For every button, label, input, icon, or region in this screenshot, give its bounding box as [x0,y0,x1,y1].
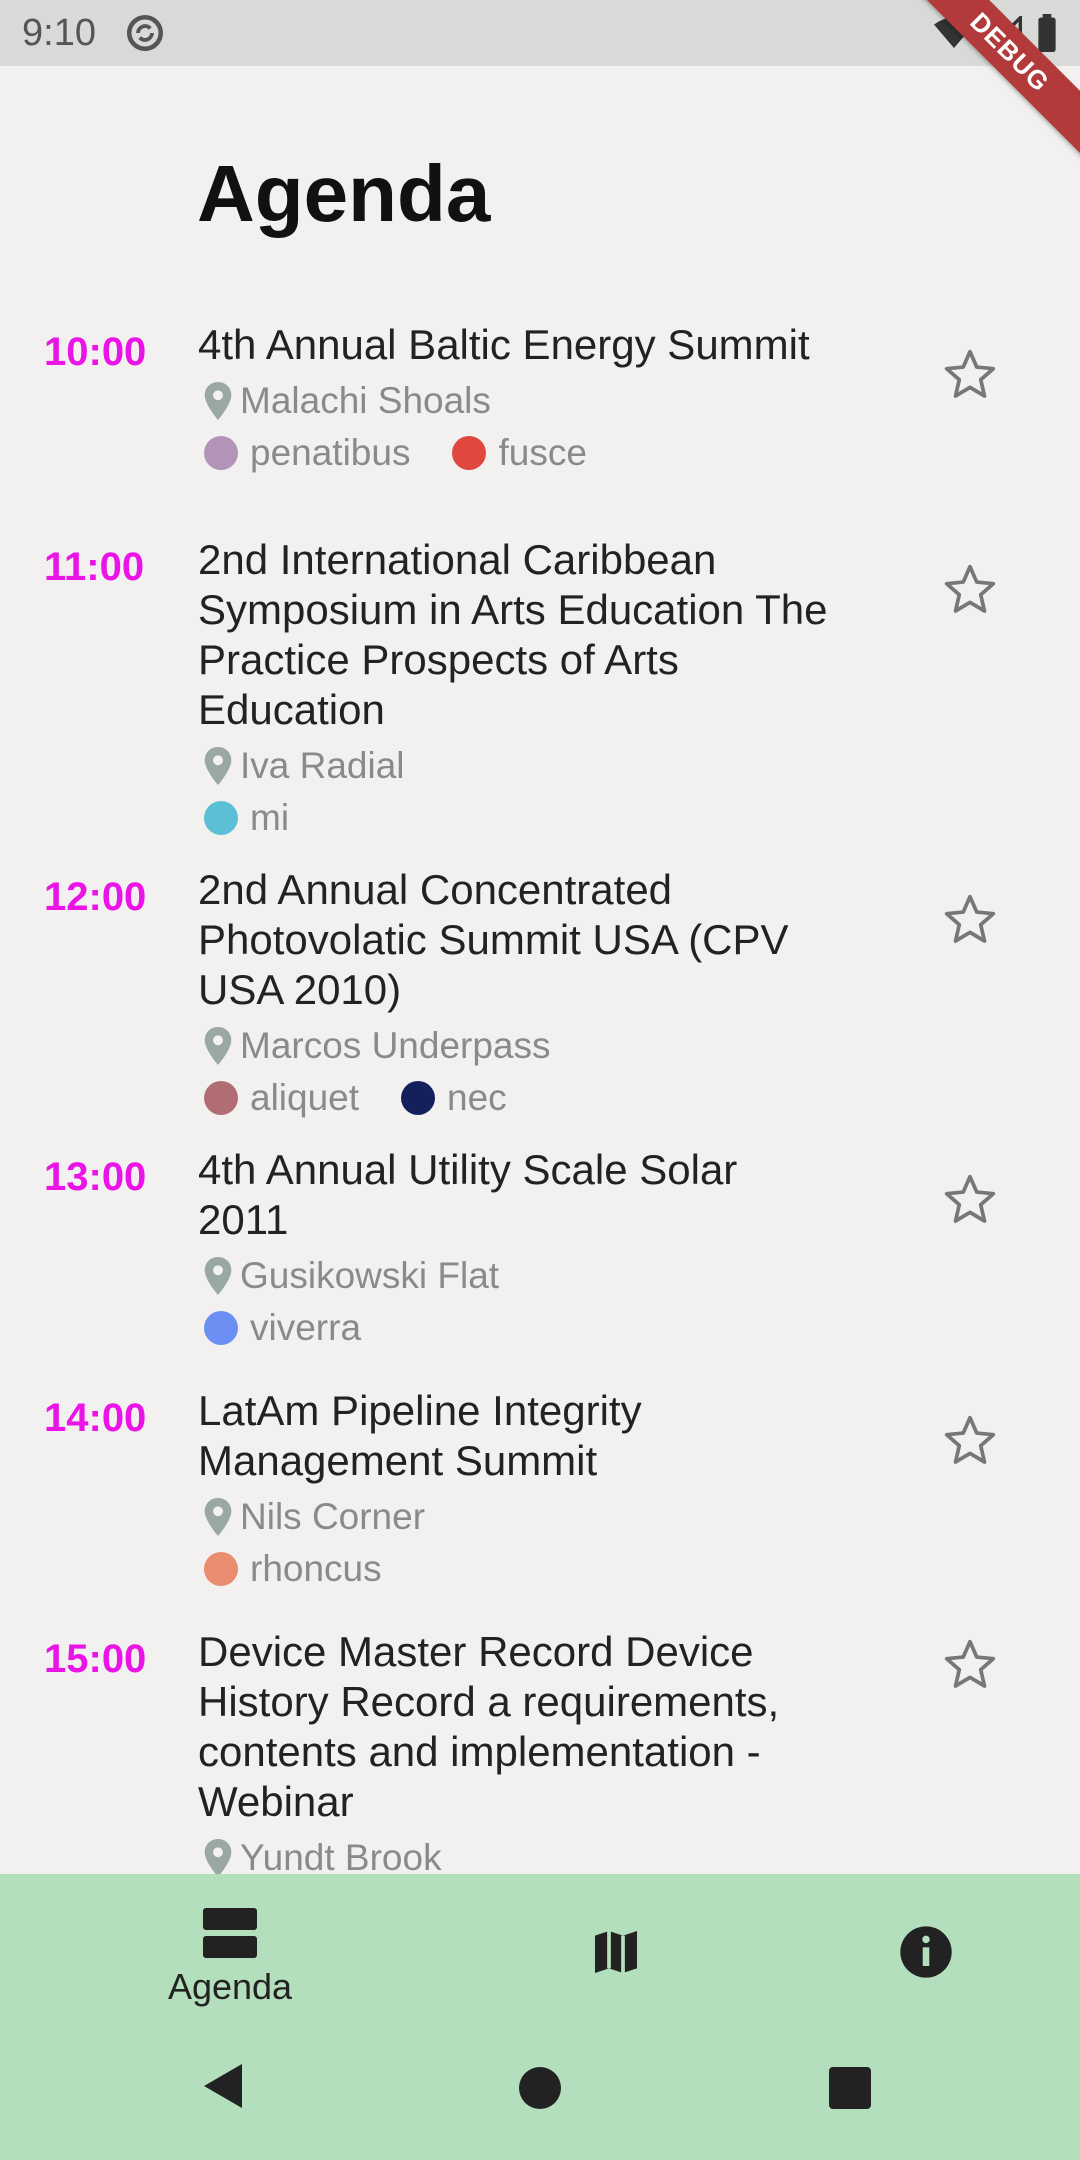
agenda-list[interactable]: Agenda 10:00 4th Annual Baltic Energy Sum… [0,0,1080,1874]
item-time: 11:00 [44,545,145,589]
favorite-star-icon[interactable] [942,347,998,403]
map-icon [595,1931,637,1973]
tag: penatibus [198,432,410,474]
location-pin-icon [204,1027,232,1065]
item-location-text: Iva Radial [240,745,405,786]
item-content: 2nd International Caribbean Symposium in… [198,535,838,845]
item-location: Marcos Underpass [198,1021,838,1071]
item-time: 14:00 [44,1396,147,1440]
item-title: 4th Annual Baltic Energy Summit [198,321,810,368]
favorite-star-icon[interactable] [942,1172,998,1228]
item-content: Device Master Record Device History Reco… [198,1627,838,1874]
item-content: 4th Annual Utility Scale Solar 2011 Gusik… [198,1145,838,1355]
item-tags: aliquet nec [198,1071,838,1125]
back-icon[interactable] [200,2062,246,2110]
nav-item-info[interactable] [896,1924,956,1980]
location-pin-icon [204,1498,232,1536]
item-title: 2nd Annual Concentrated Photovolatic Sum… [198,866,789,1013]
home-icon[interactable] [518,2066,562,2110]
tag-color-dot [452,436,487,470]
item-location: Gusikowski Flat [198,1251,838,1301]
tag-color-dot [204,1311,238,1345]
item-title: Device Master Record Device History Reco… [198,1628,780,1825]
item-tags: viverra [198,1301,838,1355]
item-location: Iva Radial [198,741,838,791]
item-time: 12:00 [44,875,147,919]
item-time: 10:00 [44,330,147,374]
nav-item-map[interactable] [584,1924,648,1980]
tag-label: aliquet [250,1077,360,1118]
tag-label: viverra [250,1307,362,1348]
item-location: Yundt Brook [198,1833,838,1874]
item-title: 2nd International Caribbean Symposium in… [198,536,828,733]
item-time: 15:00 [44,1637,147,1681]
tag-color-dot [401,1081,436,1115]
item-content: 2nd Annual Concentrated Photovolatic Sum… [198,865,838,1125]
tag: viverra [198,1307,361,1349]
item-location-text: Yundt Brook [240,1837,442,1874]
item-tags: rhoncus [198,1542,838,1596]
item-content: LatAm Pipeline Integrity Management Summ… [198,1386,838,1596]
favorite-star-icon[interactable] [942,562,998,618]
tag-color-dot [204,436,238,470]
item-location-text: Gusikowski Flat [240,1255,500,1296]
tag: aliquet [198,1077,359,1119]
item-title: 4th Annual Utility Scale Solar 2011 [198,1146,738,1243]
item-tags: penatibus fusce [198,426,838,480]
item-location-text: Marcos Underpass [240,1025,551,1066]
tag-label: nec [447,1077,507,1118]
tag: fusce [446,432,587,474]
tag-color-dot [204,801,238,835]
tag-color-dot [204,1081,238,1115]
recents-icon[interactable] [828,2066,872,2110]
item-tags: mi [198,791,838,845]
location-pin-icon [204,747,232,785]
favorite-star-icon[interactable] [942,892,998,948]
item-location: Malachi Shoals [198,376,838,426]
tag-label: fusce [498,432,587,473]
tag: rhoncus [198,1548,382,1590]
item-location-text: Malachi Shoals [240,380,491,421]
tag: nec [395,1077,507,1119]
item-title: LatAm Pipeline Integrity Management Summ… [198,1387,642,1484]
favorite-star-icon[interactable] [942,1413,998,1469]
item-location: Nils Corner [198,1492,838,1542]
nav-item-agenda[interactable]: Agenda [156,1906,304,2008]
tag: mi [198,797,289,839]
tag-color-dot [204,1552,238,1586]
tag-label: mi [250,797,290,838]
bottom-navigation: Agenda [0,1874,1080,2160]
location-pin-icon [204,382,232,420]
agenda-icon [203,1908,257,1958]
tag-label: rhoncus [250,1548,382,1589]
favorite-star-icon[interactable] [942,1637,998,1693]
info-icon [900,1926,952,1978]
item-content: 4th Annual Baltic Energy Summit Malachi S… [198,320,838,480]
item-time: 13:00 [44,1155,147,1199]
item-location-text: Nils Corner [240,1496,426,1537]
location-pin-icon [204,1839,232,1874]
nav-label-agenda: Agenda [167,1966,293,2007]
location-pin-icon [204,1257,232,1295]
tag-label: penatibus [250,432,411,473]
page-title: Agenda [197,149,491,238]
